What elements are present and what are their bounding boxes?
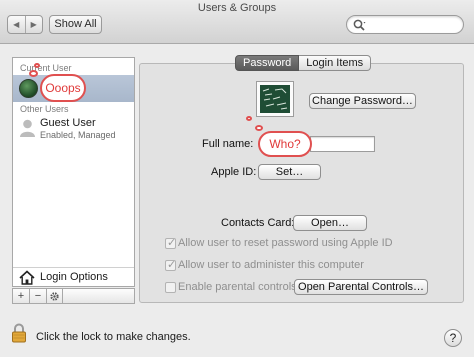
lock-status-text: Click the lock to make changes. <box>36 331 191 343</box>
action-menu-button[interactable] <box>46 288 63 304</box>
check-mark-icon: ✓ <box>167 237 177 249</box>
guest-user-status: Enabled, Managed <box>40 130 116 140</box>
full-name-field[interactable] <box>310 136 375 152</box>
open-contacts-button[interactable]: Open… <box>293 215 367 231</box>
tab-login-items[interactable]: Login Items <box>299 55 372 71</box>
parental-controls-label: Enable parental controls <box>178 281 297 293</box>
ooops-annotation: Ooops <box>40 74 86 102</box>
other-users-header: Other Users <box>20 104 69 114</box>
chalkboard-image <box>260 85 290 113</box>
user-silhouette-icon <box>20 119 35 137</box>
forward-button[interactable]: ▶ <box>24 16 43 33</box>
window-title: Users & Groups <box>197 2 277 14</box>
parental-controls-checkbox[interactable] <box>165 282 176 293</box>
tab-password[interactable]: Password <box>235 55 300 71</box>
lock-icon[interactable] <box>11 323 27 343</box>
annotation-dot <box>29 70 38 77</box>
gear-icon <box>50 291 59 301</box>
tab-bar: Password Login Items <box>235 55 372 71</box>
admin-checkbox[interactable]: ✓ <box>165 259 177 271</box>
users-groups-window: Users & Groups ◀ ▶ Show All Current User… <box>0 0 474 357</box>
current-user-header: Current User <box>20 63 72 73</box>
avatar <box>19 79 38 98</box>
who-annotation: Who? <box>258 131 312 157</box>
check-mark-icon: ✓ <box>167 259 177 271</box>
house-icon <box>19 270 35 285</box>
help-button[interactable]: ? <box>444 329 462 347</box>
chalk-scribble <box>262 88 288 110</box>
show-all-button[interactable]: Show All <box>49 15 102 34</box>
admin-label: Allow user to administer this computer <box>178 259 364 271</box>
action-bar-fill <box>63 288 135 304</box>
open-parental-controls-button[interactable]: Open Parental Controls… <box>294 279 428 295</box>
reset-password-checkbox[interactable]: ✓ <box>165 237 177 249</box>
search-field[interactable] <box>346 15 464 34</box>
full-name-label: Full name: <box>202 138 254 150</box>
set-apple-id-button[interactable]: Set… <box>258 164 321 180</box>
back-button[interactable]: ◀ <box>8 16 25 33</box>
login-options-item[interactable]: Login Options <box>13 267 134 286</box>
user-picture[interactable] <box>256 81 294 117</box>
annotation-dot <box>34 63 40 68</box>
reset-password-label: Allow user to reset password using Apple… <box>178 237 393 249</box>
guest-user-name[interactable]: Guest User <box>40 117 96 129</box>
annotation-dot <box>246 116 252 121</box>
apple-id-label: Apple ID: <box>211 166 257 178</box>
add-user-button[interactable]: + <box>12 288 29 304</box>
search-icon <box>353 19 366 31</box>
back-forward-buttons: ◀ ▶ <box>7 15 43 34</box>
list-action-bar: + − <box>12 288 135 304</box>
remove-user-button[interactable]: − <box>29 288 46 304</box>
title-bar: Users & Groups ◀ ▶ Show All <box>0 0 474 44</box>
annotation-dot <box>255 125 263 131</box>
contacts-card-label: Contacts Card: <box>221 217 295 229</box>
login-options-label: Login Options <box>40 271 108 283</box>
change-password-button[interactable]: Change Password… <box>309 93 416 109</box>
